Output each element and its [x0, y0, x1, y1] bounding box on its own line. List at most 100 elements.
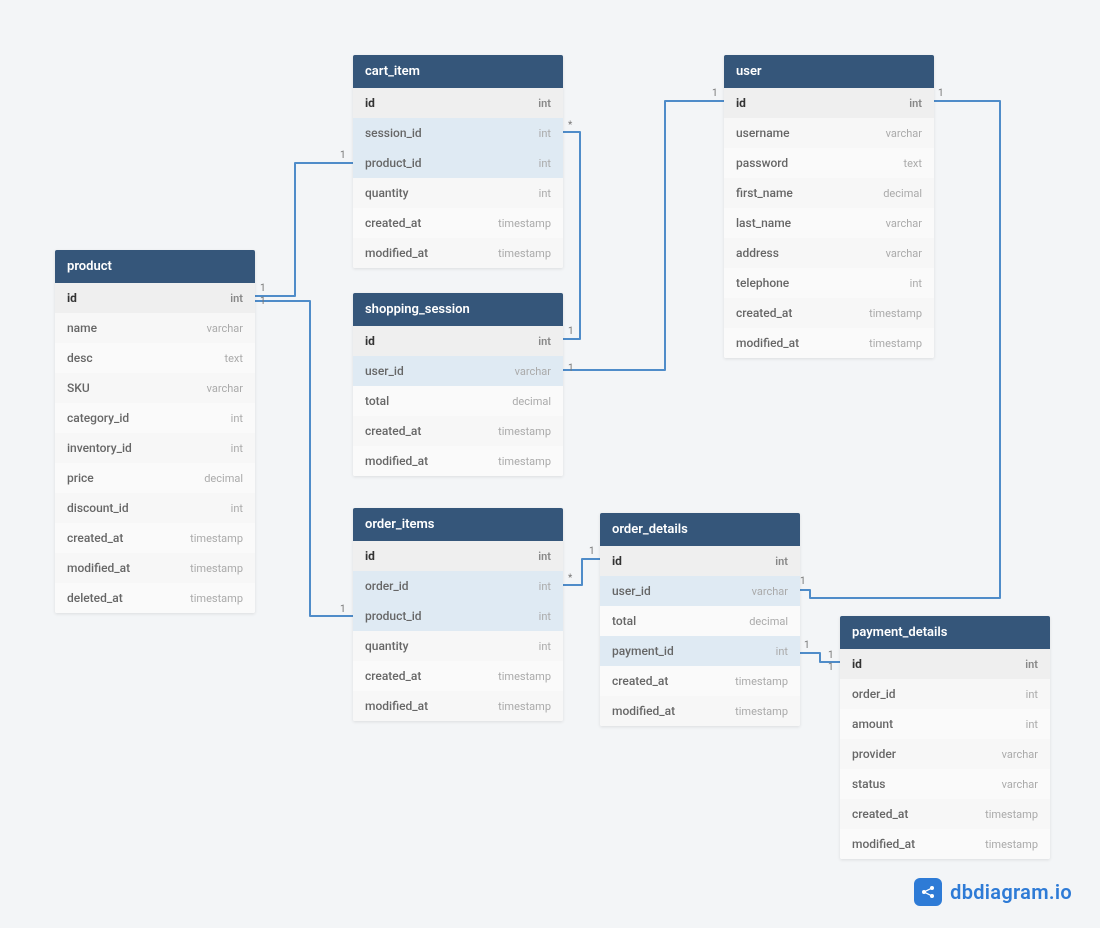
- field-row[interactable]: idint: [353, 326, 563, 356]
- field-row[interactable]: desctext: [55, 343, 255, 373]
- field-type: text: [904, 157, 923, 170]
- field-row[interactable]: category_id int: [55, 403, 255, 433]
- field-name: created_at: [736, 306, 792, 320]
- table-title: product: [55, 250, 255, 283]
- field-row[interactable]: first_namedecimal: [724, 178, 934, 208]
- field-type: timestamp: [498, 700, 551, 713]
- field-name: id: [736, 96, 746, 110]
- field-type: decimal: [204, 472, 243, 485]
- field-type: timestamp: [190, 532, 243, 545]
- field-name: id: [612, 554, 622, 568]
- field-name: username: [736, 126, 790, 140]
- field-row[interactable]: created_attimestamp: [353, 661, 563, 691]
- field-row[interactable]: created_attimestamp: [55, 523, 255, 553]
- field-type: timestamp: [498, 425, 551, 438]
- field-row[interactable]: telephoneint: [724, 268, 934, 298]
- field-row[interactable]: idint: [840, 649, 1050, 679]
- field-name: id: [365, 549, 375, 563]
- entity-table-payment_details[interactable]: payment_detailsidintorder_idintamountint…: [840, 616, 1050, 859]
- field-row[interactable]: totaldecimal: [600, 606, 800, 636]
- field-row[interactable]: modified_attimestamp: [840, 829, 1050, 859]
- field-row[interactable]: user_idvarchar: [353, 356, 563, 386]
- field-row[interactable]: order_idint: [353, 571, 563, 601]
- field-name: amount: [852, 717, 893, 731]
- field-type: timestamp: [985, 838, 1038, 851]
- field-row[interactable]: discount_id int: [55, 493, 255, 523]
- field-type: varchar: [1002, 748, 1038, 761]
- field-row[interactable]: username varchar: [724, 118, 934, 148]
- field-row[interactable]: user_idvarchar: [600, 576, 800, 606]
- field-type: int: [539, 640, 551, 653]
- share-icon: [914, 878, 942, 906]
- entity-table-order_details[interactable]: order_detailsid int user_idvarchartotaldec…: [600, 513, 800, 726]
- field-type: int: [231, 412, 243, 425]
- field-row[interactable]: modified_attimestamp: [55, 553, 255, 583]
- field-row[interactable]: inventory_idint: [55, 433, 255, 463]
- field-type: int: [231, 502, 243, 515]
- field-row[interactable]: modified_attimestamp: [600, 696, 800, 726]
- field-name: created_at: [612, 674, 668, 688]
- field-type: text: [225, 352, 244, 365]
- field-row[interactable]: amountint: [840, 709, 1050, 739]
- entity-table-product[interactable]: productidintnamevarchardesctextSKUvarcha…: [55, 250, 255, 613]
- field-row[interactable]: modified_attimestamp: [724, 328, 934, 358]
- field-row[interactable]: deleted_attimestamp: [55, 583, 255, 613]
- field-name: modified_at: [67, 561, 130, 575]
- field-row[interactable]: statusvarchar: [840, 769, 1050, 799]
- field-type: int: [775, 555, 788, 568]
- table-title: order_items: [353, 508, 563, 541]
- entity-table-order_items[interactable]: order_itemsidintorder_idintproduct_idint…: [353, 508, 563, 721]
- field-row[interactable]: created_attimestamp: [600, 666, 800, 696]
- field-row[interactable]: session_idint: [353, 118, 563, 148]
- field-name: quantity: [365, 186, 409, 200]
- field-type: int: [1026, 688, 1038, 701]
- field-row[interactable]: order_idint: [840, 679, 1050, 709]
- field-type: int: [539, 127, 551, 140]
- field-row[interactable]: SKUvarchar: [55, 373, 255, 403]
- field-row[interactable]: providervarchar: [840, 739, 1050, 769]
- field-row[interactable]: namevarchar: [55, 313, 255, 343]
- field-row[interactable]: last_namevarchar: [724, 208, 934, 238]
- field-name: id: [67, 291, 77, 305]
- field-row[interactable]: created_attimestamp: [353, 208, 563, 238]
- entity-table-user[interactable]: useridintusernamevarcharpasswordtextfirs…: [724, 55, 934, 358]
- field-row[interactable]: idint: [55, 283, 255, 313]
- field-row[interactable]: created_attimestamp: [724, 298, 934, 328]
- field-type: int: [539, 187, 551, 200]
- field-row[interactable]: modified_attimestamp: [353, 446, 563, 476]
- field-row[interactable]: idint: [353, 541, 563, 571]
- field-name: status: [852, 777, 886, 791]
- field-row[interactable]: password text: [724, 148, 934, 178]
- field-type: int: [539, 610, 551, 623]
- field-row[interactable]: created_attimestamp: [353, 416, 563, 446]
- field-row[interactable]: idint: [724, 88, 934, 118]
- field-name: deleted_at: [67, 591, 123, 605]
- entity-table-cart_item[interactable]: cart_itemidintsession_idintproduct_idint…: [353, 55, 563, 268]
- field-row[interactable]: payment_idint: [600, 636, 800, 666]
- field-name: address: [736, 246, 779, 260]
- field-type: int: [538, 97, 551, 110]
- field-row[interactable]: modified_attimestamp: [353, 691, 563, 721]
- field-row[interactable]: quantity int: [353, 178, 563, 208]
- field-row[interactable]: addressvarchar: [724, 238, 934, 268]
- entity-table-shopping_session[interactable]: shopping_sessionidintuser_idvarchartotal…: [353, 293, 563, 476]
- field-row[interactable]: id int: [600, 546, 800, 576]
- field-name: category_id: [67, 411, 129, 425]
- field-row[interactable]: pricedecimal: [55, 463, 255, 493]
- field-row[interactable]: product_idint: [353, 148, 563, 178]
- field-row[interactable]: idint: [353, 88, 563, 118]
- field-row[interactable]: modified_attimestamp: [353, 238, 563, 268]
- table-title: order_details: [600, 513, 800, 546]
- field-name: discount_id: [67, 501, 129, 515]
- field-row[interactable]: created_attimestamp: [840, 799, 1050, 829]
- table-title: payment_details: [840, 616, 1050, 649]
- field-name: modified_at: [365, 454, 428, 468]
- field-row[interactable]: totaldecimal: [353, 386, 563, 416]
- field-type: varchar: [886, 127, 922, 140]
- field-name: created_at: [852, 807, 908, 821]
- field-row[interactable]: product_idint: [353, 601, 563, 631]
- field-name: password: [736, 156, 788, 170]
- field-row[interactable]: quantityint: [353, 631, 563, 661]
- field-name: name: [67, 321, 97, 335]
- field-name: user_id: [365, 364, 404, 378]
